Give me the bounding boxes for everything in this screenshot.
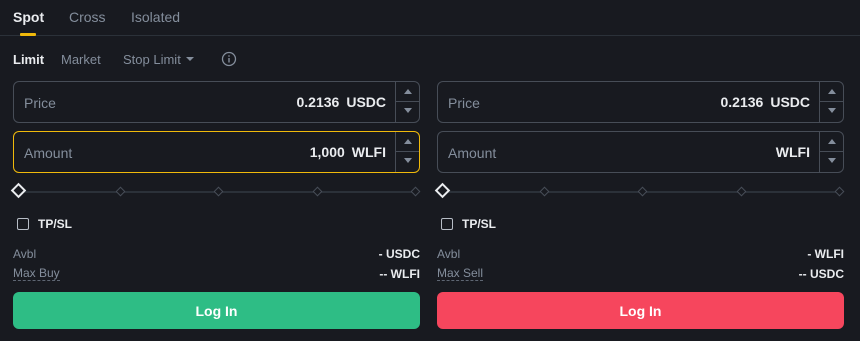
order-type-stop-limit[interactable]: Stop Limit: [123, 52, 194, 67]
sell-max-value: -- USDC: [798, 267, 844, 281]
buy-price-increment-button[interactable]: [396, 82, 419, 102]
sell-avbl-value: - WLFI: [807, 247, 844, 261]
slider-stop-100[interactable]: [410, 186, 421, 197]
slider-stop-100[interactable]: [834, 186, 845, 197]
sell-amount-unit: WLFI: [775, 144, 810, 160]
buy-amount-increment-button[interactable]: [396, 132, 419, 152]
arrow-down-icon: [404, 158, 412, 163]
buy-price-field[interactable]: Price 0.2136 USDC: [13, 81, 420, 123]
buy-price-number: 0.2136: [296, 94, 340, 110]
buy-amount-field[interactable]: Amount 1,000 WLFI: [13, 131, 420, 173]
arrow-down-icon: [828, 108, 836, 113]
sell-price-decrement-button[interactable]: [820, 102, 843, 122]
buy-percent-slider[interactable]: [10, 182, 421, 200]
sell-amount-label: Amount: [448, 145, 497, 161]
buy-tpsl-checkbox[interactable]: [17, 218, 29, 230]
tab-spot[interactable]: Spot: [13, 9, 44, 25]
slider-handle[interactable]: [10, 182, 27, 199]
buy-login-button[interactable]: Log In: [13, 292, 420, 329]
sell-tpsl-label: TP/SL: [462, 217, 497, 231]
sell-price-field[interactable]: Price 0.2136 USDC: [437, 81, 844, 123]
buy-price-label: Price: [24, 95, 56, 111]
buy-amount-label: Amount: [24, 145, 73, 161]
sell-login-button[interactable]: Log In: [437, 292, 844, 329]
slider-stop-50[interactable]: [637, 186, 648, 197]
buy-amount-stepper: [395, 132, 419, 172]
buy-amount-unit: WLFI: [351, 144, 386, 160]
sell-amount-increment-button[interactable]: [820, 132, 843, 152]
buy-max-label[interactable]: Max Buy: [13, 267, 60, 281]
slider-stop-25[interactable]: [539, 186, 550, 197]
slider-stop-50[interactable]: [213, 186, 224, 197]
buy-tpsl-label: TP/SL: [38, 217, 73, 231]
sell-price-value: 0.2136 USDC: [721, 94, 811, 110]
sell-amount-value: WLFI: [776, 144, 810, 160]
buy-price-unit: USDC: [346, 94, 386, 110]
info-circle-icon[interactable]: [221, 51, 237, 67]
slider-stop-25[interactable]: [115, 186, 126, 197]
buy-max-value: -- WLFI: [379, 267, 420, 281]
buy-avbl-value: - USDC: [378, 247, 420, 261]
arrow-up-icon: [404, 139, 412, 144]
arrow-down-icon: [404, 108, 412, 113]
arrow-up-icon: [828, 89, 836, 94]
tab-cross[interactable]: Cross: [69, 9, 106, 25]
active-tab-indicator: [20, 33, 36, 36]
tab-isolated[interactable]: Isolated: [131, 9, 180, 25]
stop-limit-label: Stop Limit: [123, 52, 181, 67]
arrow-up-icon: [828, 139, 836, 144]
sell-amount-field[interactable]: Amount WLFI: [437, 131, 844, 173]
slider-handle[interactable]: [434, 182, 451, 199]
arrow-down-icon: [828, 158, 836, 163]
buy-amount-decrement-button[interactable]: [396, 152, 419, 172]
arrow-up-icon: [404, 89, 412, 94]
sell-avbl-label: Avbl: [437, 247, 461, 261]
buy-max-row: Max Buy -- WLFI: [13, 267, 420, 283]
sell-amount-decrement-button[interactable]: [820, 152, 843, 172]
buy-price-stepper: [395, 82, 419, 122]
sell-max-row: Max Sell -- USDC: [437, 267, 844, 283]
slider-stop-75[interactable]: [312, 186, 323, 197]
slider-stop-75[interactable]: [736, 186, 747, 197]
buy-price-decrement-button[interactable]: [396, 102, 419, 122]
buy-price-value: 0.2136 USDC: [297, 94, 387, 110]
sell-percent-slider[interactable]: [434, 182, 845, 200]
sell-avbl-row: Avbl - WLFI: [437, 247, 844, 263]
sell-max-label[interactable]: Max Sell: [437, 267, 484, 281]
order-type-limit[interactable]: Limit: [13, 52, 44, 67]
chevron-down-icon: [185, 56, 194, 61]
sell-price-label: Price: [448, 95, 480, 111]
sell-tpsl-checkbox[interactable]: [441, 218, 453, 230]
margin-mode-tabs: Spot Cross Isolated: [0, 0, 860, 36]
buy-avbl-label: Avbl: [13, 247, 37, 261]
order-type-market[interactable]: Market: [61, 52, 101, 67]
sell-amount-stepper: [819, 132, 843, 172]
buy-amount-value: 1,000 WLFI: [310, 144, 386, 160]
buy-amount-number: 1,000: [309, 144, 345, 160]
sell-price-number: 0.2136: [720, 94, 764, 110]
sell-price-increment-button[interactable]: [820, 82, 843, 102]
buy-avbl-row: Avbl - USDC: [13, 247, 420, 263]
sell-price-unit: USDC: [770, 94, 810, 110]
sell-price-stepper: [819, 82, 843, 122]
